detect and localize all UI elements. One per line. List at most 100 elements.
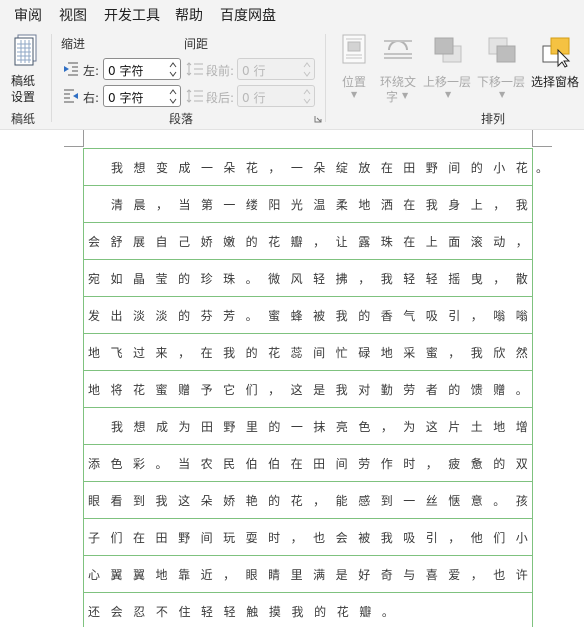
grid-char: 采: [403, 346, 416, 360]
grid-row[interactable]: 还会忍不住轻轻触摸我的花瓣。: [84, 592, 532, 627]
manuscript-grid[interactable]: 我想变成一朵花，一朵绽放在田野间的小花清晨，当第一缕阳光温柔地洒在我身上，我会舒…: [83, 148, 533, 627]
ribbon: 稿纸 设置 稿纸 缩进 间距 左: 0 字符 右: 0 字符 段前: 0 行 段…: [0, 28, 584, 130]
send-backward-button[interactable]: 下移一层 ▼: [476, 32, 528, 102]
grid-char: 子: [88, 531, 101, 545]
grid-char: 赠: [178, 383, 191, 397]
space-after-input[interactable]: 0 行: [237, 85, 315, 107]
grid-row[interactable]: 我想变成一朵花，一朵绽放在田野间的小花: [84, 148, 532, 185]
position-button[interactable]: 位置 ▼: [336, 32, 372, 102]
menu-review[interactable]: 审阅: [14, 5, 42, 25]
grid-row[interactable]: 会舒展自己娇嫩的花瓣 ， 让露珠在上面滚动 ，: [84, 222, 532, 259]
chevron-up-icon[interactable]: [303, 61, 311, 69]
grid-row[interactable]: 发出淡淡的芬芳。蜜蜂被我的香气吸引，嗡嗡: [84, 296, 532, 333]
chevron-down-icon[interactable]: [169, 70, 177, 78]
menu-baidu-netdisk[interactable]: 百度网盘: [220, 5, 276, 25]
grid-char: 不: [155, 605, 168, 619]
grid-char: 成: [155, 420, 168, 434]
group-divider: [51, 34, 52, 122]
menu-view[interactable]: 视图: [59, 5, 87, 25]
grid-char: 这: [178, 494, 191, 508]
dialog-launcher-icon[interactable]: [314, 115, 322, 123]
grid-char: 增: [515, 420, 528, 434]
text-line: 心翼翼地靠近，眼睛里满是好奇与喜爱，也许: [88, 566, 528, 583]
grid-row[interactable]: 我想成为田野里的一抹亮色，为这片土地增: [84, 407, 532, 444]
grid-char: 添: [88, 457, 101, 471]
text-line: 地飞过来，在我的花蕊间忙碌地采蜜，我欣然: [88, 344, 528, 361]
group-divider: [325, 34, 326, 122]
grid-char: 能: [335, 494, 348, 508]
manuscript-settings-button[interactable]: 稿纸 设置: [6, 32, 44, 104]
grid-char: 翼: [110, 568, 123, 582]
chevron-down-icon[interactable]: [303, 70, 311, 78]
grid-char: 然: [515, 346, 528, 360]
grid-char: 光: [290, 198, 303, 212]
grid-char: 轻: [403, 272, 416, 286]
grid-char: 丝: [425, 494, 438, 508]
grid-char: 轻: [201, 605, 214, 619]
chevron-up-icon[interactable]: [169, 88, 177, 96]
grid-row[interactable]: 心翼翼地靠近，眼睛里满是好奇与喜爱，也许: [84, 555, 532, 592]
grid-char: 的: [314, 605, 327, 619]
grid-char: 疲: [448, 457, 461, 471]
grid-char: 地: [88, 383, 101, 397]
grid-char: 惬: [448, 494, 461, 508]
chevron-down-icon[interactable]: [303, 97, 311, 105]
space-before-input[interactable]: 0 行: [237, 58, 315, 80]
grid-char: 。: [381, 605, 394, 619]
grid-char: 芳: [223, 309, 236, 323]
space-before-icon: [186, 62, 203, 76]
text-line: 添色彩。当农民伯伯在田间劳作时，疲惫的双: [88, 455, 528, 472]
bring-forward-button[interactable]: 上移一层 ▼: [422, 32, 474, 102]
chevron-down-icon: ▼: [499, 90, 506, 99]
grid-char: 时: [268, 531, 281, 545]
right-indent-spinner[interactable]: [169, 87, 177, 105]
grid-char: 忙: [335, 346, 348, 360]
grid-row[interactable]: 地飞过来，在我的花蕊间忙碌地采蜜，我欣然: [84, 333, 532, 370]
menu-developer[interactable]: 开发工具: [104, 5, 160, 25]
grid-char: 小: [493, 161, 506, 175]
left-indent-spinner[interactable]: [169, 60, 177, 78]
grid-char: ，: [448, 346, 461, 360]
grid-char: 一: [290, 161, 303, 175]
grid-char: 孩: [515, 494, 528, 508]
grid-char: 是: [313, 383, 326, 397]
right-indent-input[interactable]: 0 字符: [103, 85, 181, 107]
grid-row[interactable]: 子们在田野间玩耍时，也会被我吸引，他们小: [84, 518, 532, 555]
grid-char: 过: [133, 346, 146, 360]
chevron-up-icon[interactable]: [303, 88, 311, 96]
wrap-text-button[interactable]: 环绕文 字 ▼: [378, 32, 418, 104]
grid-char: 花: [245, 161, 258, 175]
selection-pane-button[interactable]: 选择窗格: [530, 32, 584, 102]
grid-row[interactable]: 清晨，当第一缕阳光温柔地洒在我身上，我: [84, 185, 532, 222]
grid-char: 的: [470, 161, 483, 175]
grid-char: 在: [403, 198, 416, 212]
grid-char: 地: [358, 198, 371, 212]
grid-char: 一: [200, 161, 213, 175]
grid-row[interactable]: 添色彩。当农民伯伯在田间劳作时，疲惫的双: [84, 444, 532, 481]
grid-char: 的: [493, 457, 506, 471]
chevron-down-icon[interactable]: [169, 97, 177, 105]
margin-mark-left: [64, 146, 83, 147]
grid-char: 还: [88, 605, 101, 619]
grid-char: 们: [245, 383, 258, 397]
grid-char: 引: [448, 309, 461, 323]
space-after-spinner[interactable]: [303, 87, 311, 105]
grid-char: 抹: [313, 420, 326, 434]
grid-char: 欣: [493, 346, 506, 360]
grid-char: 意: [470, 494, 483, 508]
grid-char: 伯: [268, 457, 281, 471]
grid-char: 是: [335, 568, 348, 582]
grid-char: 一: [290, 420, 303, 434]
grid-char: ，: [425, 457, 438, 471]
space-after-label: 段后:: [206, 91, 235, 105]
grid-row[interactable]: 眼看到我这朵娇艳的花，能感到一丝惬意。孩: [84, 481, 532, 518]
grid-char: 珠: [223, 272, 236, 286]
grid-char: 予: [200, 383, 213, 397]
left-indent-input[interactable]: 0 字符: [103, 58, 181, 80]
grid-row[interactable]: 地将花蜜赠予它们，这是我对勤劳者的馈赠。: [84, 370, 532, 407]
grid-row[interactable]: 宛如晶莹的珍珠。微风轻拂，我轻轻摇曳，散: [84, 259, 532, 296]
space-before-spinner[interactable]: [303, 60, 311, 78]
menu-help[interactable]: 帮助: [175, 5, 203, 25]
grid-char: 轻: [425, 272, 438, 286]
chevron-up-icon[interactable]: [169, 61, 177, 69]
